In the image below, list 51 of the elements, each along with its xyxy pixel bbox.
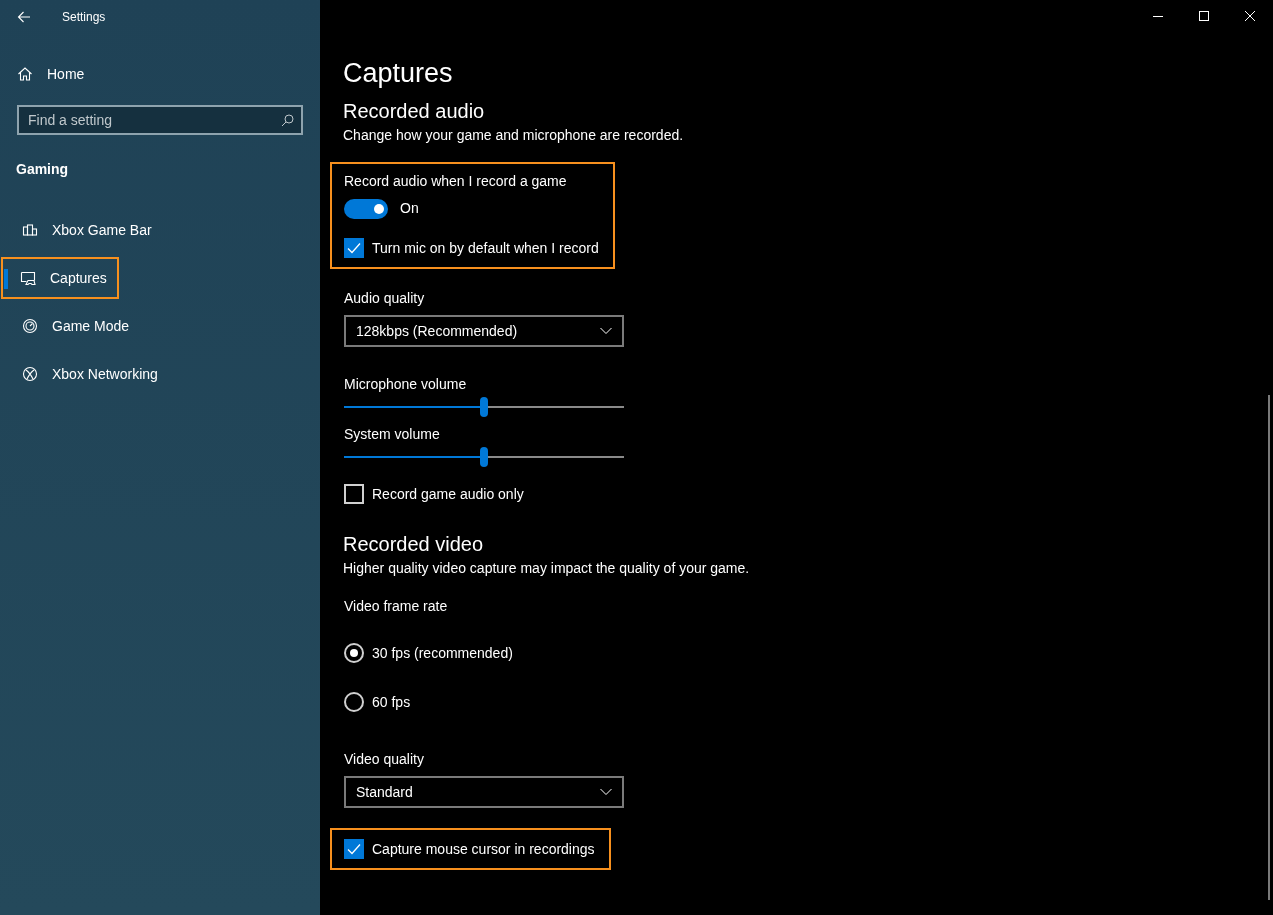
home-nav-item[interactable]: Home <box>0 64 320 84</box>
dropdown[interactable]: Standard <box>344 776 624 808</box>
chevron-down-icon <box>600 788 612 796</box>
slider-thumb[interactable] <box>480 447 488 467</box>
setting-label: Audio quality <box>344 289 426 307</box>
checkbox[interactable] <box>344 484 364 504</box>
nav-item[interactable]: Xbox Game Bar <box>3 209 164 251</box>
search-icon <box>281 114 294 127</box>
toggle-switch[interactable] <box>344 198 388 219</box>
toggle-state-text: On <box>400 199 419 218</box>
slider-thumb[interactable] <box>480 397 488 417</box>
section-description: Change how your game and microphone are recorded. <box>343 126 685 144</box>
minimize-icon <box>1153 15 1163 17</box>
radio-label: 60 fps <box>372 692 411 712</box>
house-icon <box>17 66 33 82</box>
section-heading: Recorded audio <box>343 99 486 123</box>
checkbox[interactable] <box>344 839 364 859</box>
search-field[interactable]: Find a setting <box>17 105 303 135</box>
nav-item[interactable]: Xbox Networking <box>3 353 170 395</box>
chevron-down-icon <box>600 327 612 335</box>
section-heading: Gaming <box>15 160 70 177</box>
checkbox-label: Capture mouse cursor in recordings <box>372 839 595 859</box>
section-description: Higher quality video capture may impact the quality of your game. <box>343 559 751 577</box>
checkbox-label: Record game audio only <box>372 484 524 504</box>
window-title: Settings <box>62 9 106 26</box>
scrollbar[interactable] <box>1268 395 1270 900</box>
radio-button[interactable] <box>344 643 364 663</box>
gauge-icon <box>22 318 38 334</box>
slider-track[interactable] <box>344 397 624 417</box>
screen-gamepad-icon <box>20 270 36 286</box>
checkbox-label: Turn mic on by default when I record <box>372 238 599 258</box>
slider-track[interactable] <box>344 447 624 467</box>
bar-chart-icon <box>22 222 38 238</box>
page-title: Captures <box>343 57 454 90</box>
section-heading: Recorded video <box>343 532 485 556</box>
back-arrow-icon <box>17 11 31 23</box>
setting-label: Record audio when I record a game <box>344 172 568 190</box>
radio-button[interactable] <box>344 692 364 712</box>
maximize-icon <box>1199 11 1209 21</box>
setting-label: Microphone volume <box>344 375 468 393</box>
setting-label: Video quality <box>344 750 425 768</box>
nav-item[interactable]: Captures <box>1 257 119 299</box>
checkbox[interactable] <box>344 238 364 258</box>
radio-label: 30 fps (recommended) <box>372 643 513 663</box>
dropdown[interactable]: 128kbps (Recommended) <box>344 315 624 347</box>
xbox-logo-icon <box>22 366 38 382</box>
back-button[interactable] <box>16 9 32 25</box>
setting-label: System volume <box>344 425 441 443</box>
setting-label: Video frame rate <box>344 597 449 615</box>
close-icon <box>1245 11 1255 21</box>
nav-item[interactable]: Game Mode <box>3 305 142 347</box>
